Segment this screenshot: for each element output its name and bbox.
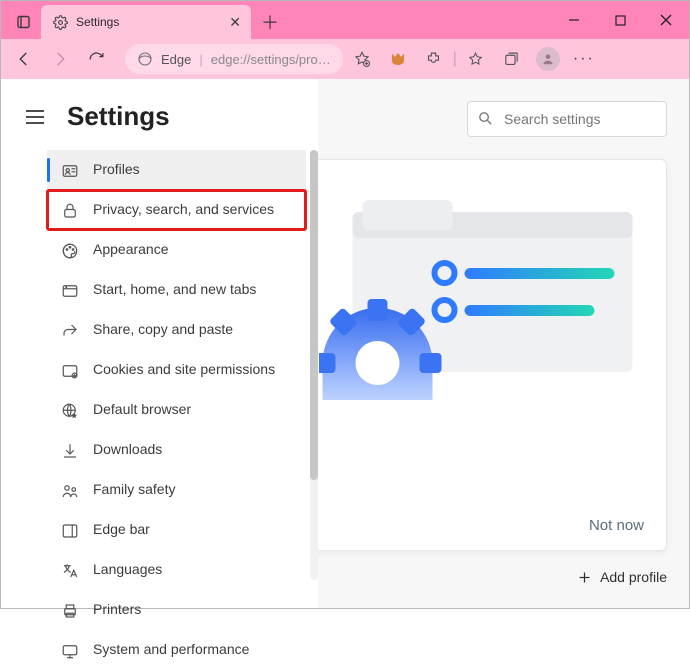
sidebar-item-start[interactable]: Start, home, and new tabs [47, 270, 306, 310]
back-button[interactable] [7, 42, 41, 76]
palette-icon [61, 242, 79, 260]
browser-tab-settings[interactable]: Settings ✕ [41, 5, 251, 39]
sidebar-item-label: Start, home, and new tabs [93, 280, 256, 299]
sidebar-item-share[interactable]: Share, copy and paste [47, 310, 306, 350]
maximize-button[interactable] [597, 1, 643, 39]
refresh-button[interactable] [79, 42, 113, 76]
system-icon [61, 642, 79, 660]
settings-sidebar: Profiles Privacy, search, and services App… [47, 150, 318, 670]
lock-icon [61, 202, 79, 220]
printer-icon [61, 602, 79, 620]
sidebar-item-languages[interactable]: Languages [47, 550, 306, 590]
sidebar-item-downloads[interactable]: Downloads [47, 430, 306, 470]
forward-button[interactable] [43, 42, 77, 76]
settings-illustration [319, 190, 646, 400]
sidebar-item-label: Appearance [93, 240, 169, 259]
sidebar-item-edge[interactable]: Edge bar [47, 510, 306, 550]
page-title: Settings [67, 101, 170, 132]
tab-actions-button[interactable] [7, 5, 41, 39]
profile-avatar[interactable] [531, 42, 565, 76]
search-settings-input[interactable] [467, 101, 667, 137]
sidebar-item-privacy[interactable]: Privacy, search, and services [47, 190, 306, 230]
download-icon [61, 442, 79, 460]
window-controls [551, 1, 689, 39]
edge-bar-icon [61, 522, 79, 540]
menu-toggle-button[interactable] [23, 105, 47, 129]
sidebar-item-family[interactable]: Family safety [47, 470, 306, 510]
sidebar-item-label: Edge bar [93, 520, 150, 539]
sidebar-item-label: Family safety [93, 480, 175, 499]
more-menu-button[interactable]: ··· [567, 42, 601, 76]
search-icon [477, 110, 494, 127]
tab-title: Settings [76, 15, 119, 29]
card-dismiss-link[interactable]: Not now [589, 517, 644, 536]
sidebar-item-label: Privacy, search, and services [93, 200, 274, 219]
sidebar-item-label: Downloads [93, 440, 162, 459]
favorite-plus-button[interactable] [345, 42, 379, 76]
add-profile-label: Add profile [600, 569, 667, 585]
sidebar-item-label: Profiles [93, 160, 140, 179]
sidebar-item-label: Printers [93, 600, 141, 619]
profile-card-icon [61, 162, 79, 180]
sidebar-item-label: Share, copy and paste [93, 320, 233, 339]
sidebar-item-appearance[interactable]: Appearance [47, 230, 306, 270]
tab-strip: Settings ✕ ＋ [1, 1, 285, 39]
globe-star-icon [61, 402, 79, 420]
edge-logo-icon [137, 51, 153, 67]
language-icon [61, 562, 79, 580]
extensions-button[interactable] [417, 42, 451, 76]
sidebar-scrollbar-thumb[interactable] [310, 150, 318, 480]
home-tab-icon [61, 282, 79, 300]
sidebar-item-label: Default browser [93, 400, 191, 419]
url-text: edge://settings/pro… [211, 52, 331, 67]
add-profile-button[interactable]: Add profile [577, 569, 667, 585]
sidebar-item-profiles[interactable]: Profiles [47, 150, 306, 190]
close-window-button[interactable] [643, 1, 689, 39]
cookie-icon [61, 362, 79, 380]
sidebar-item-label: Cookies and site permissions [93, 360, 275, 379]
minimize-button[interactable] [551, 1, 597, 39]
share-icon [61, 322, 79, 340]
sidebar-item-label: Languages [93, 560, 162, 579]
browser-toolbar: Edge | edge://settings/pro… | ··· [1, 39, 689, 79]
new-tab-button[interactable]: ＋ [255, 7, 285, 37]
window-titlebar: Settings ✕ ＋ [1, 1, 689, 39]
sidebar-scrollbar-track[interactable] [310, 150, 318, 580]
address-bar[interactable]: Edge | edge://settings/pro… [125, 44, 343, 74]
sidebar-item-default[interactable]: Default browser [47, 390, 306, 430]
fox-extension-icon[interactable] [381, 42, 415, 76]
sidebar-item-cookies[interactable]: Cookies and site permissions [47, 350, 306, 390]
gear-icon [53, 15, 68, 30]
collections-button[interactable] [495, 42, 529, 76]
plus-icon [577, 570, 592, 585]
sidebar-item-label: System and performance [93, 640, 249, 659]
family-icon [61, 482, 79, 500]
site-identity-label: Edge [161, 52, 191, 67]
favorites-button[interactable] [459, 42, 493, 76]
sidebar-item-printers[interactable]: Printers [47, 590, 306, 630]
close-tab-icon[interactable]: ✕ [229, 14, 241, 31]
profile-prompt-card: nt Not now [318, 159, 667, 551]
sidebar-item-system[interactable]: System and performance [47, 630, 306, 670]
